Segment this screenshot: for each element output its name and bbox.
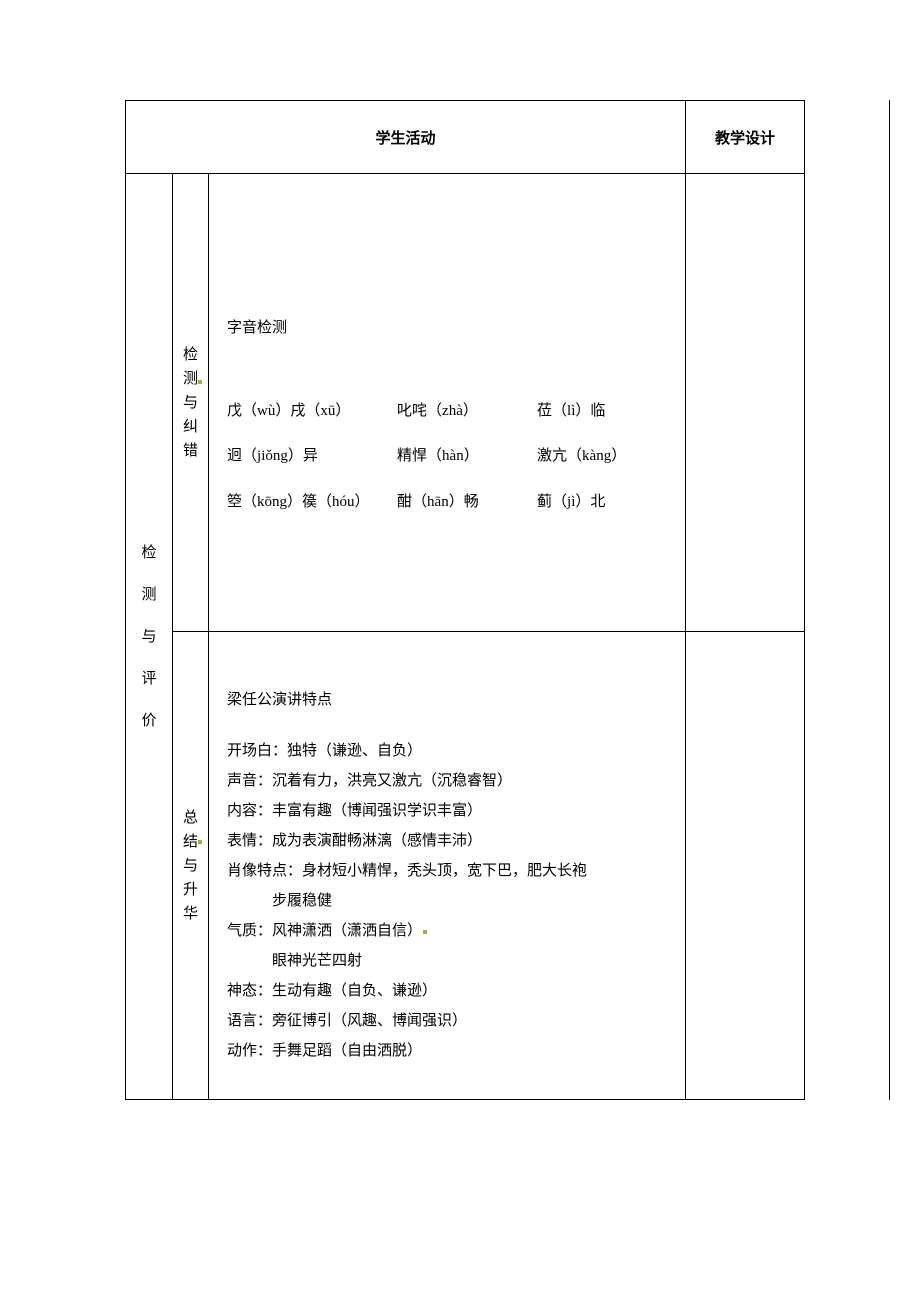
right-border-segment bbox=[889, 100, 890, 172]
pinyin-row: 迥（jiǒng）异精悍（hàn）激亢（kàng） bbox=[227, 441, 667, 473]
detail-line: 表情：成为表演酣畅淋漓（感情丰沛） bbox=[227, 826, 667, 856]
detail-line: 步履稳健 bbox=[227, 886, 667, 916]
pinyin-list: 戊（wù）戌（xū）叱咤（zhà）莅（lì）临迥（jiǒng）异精悍（hàn）激… bbox=[227, 396, 667, 519]
right-border-segment bbox=[889, 624, 890, 1100]
section1-label-text: 检测与纠错 bbox=[183, 347, 198, 459]
pinyin-cell: 激亢（kàng） bbox=[537, 441, 667, 473]
design-header: 教学设计 bbox=[686, 101, 805, 174]
section2-content: 梁任公演讲特点 开场白：独特（谦逊、自负）声音：沉着有力，洪亮又激亢（沉稳睿智）… bbox=[209, 632, 686, 1100]
detail-line: 语言：旁征博引（风趣、博闻强识） bbox=[227, 1006, 667, 1036]
pinyin-cell: 叱咤（zhà） bbox=[397, 396, 537, 428]
pinyin-cell: 蓟（jì）北 bbox=[537, 487, 667, 519]
section1-label: 检测与纠错 bbox=[173, 174, 209, 632]
detail-lines: 开场白：独特（谦逊、自负）声音：沉着有力，洪亮又激亢（沉稳睿智）内容：丰富有趣（… bbox=[227, 736, 667, 1066]
detail-line: 气质：风神潇洒（潇洒自信） bbox=[227, 916, 667, 946]
pinyin-row: 箜（kōng）篌（hóu）酣（hān）畅蓟（jì）北 bbox=[227, 487, 667, 519]
detail-line: 开场白：独特（谦逊、自负） bbox=[227, 736, 667, 766]
section1-title: 字音检测 bbox=[227, 313, 667, 345]
pinyin-cell: 戊（wù）戌（xū） bbox=[227, 396, 397, 428]
pinyin-cell: 迥（jiǒng）异 bbox=[227, 441, 397, 473]
detail-line: 声音：沉着有力，洪亮又激亢（沉稳睿智） bbox=[227, 766, 667, 796]
pinyin-cell: 莅（lì）临 bbox=[537, 396, 667, 428]
section2-design-cell bbox=[686, 632, 805, 1100]
detail-line: 肖像特点：身材短小精悍，秃头顶，宽下巴，肥大长袍 bbox=[227, 856, 667, 886]
section1-row: 检 测 与 评 价 检测与纠错 字音检测 戊（wù）戌（xū）叱咤（zhà）莅（… bbox=[126, 174, 805, 632]
pinyin-row: 戊（wù）戌（xū）叱咤（zhà）莅（lì）临 bbox=[227, 396, 667, 428]
right-border-segment bbox=[889, 172, 890, 624]
dot-icon bbox=[198, 840, 202, 844]
left-vertical-label: 检 测 与 评 价 bbox=[126, 174, 173, 1100]
header-row: 学生活动 教学设计 bbox=[126, 101, 805, 174]
pinyin-cell: 精悍（hàn） bbox=[397, 441, 537, 473]
main-table: 学生活动 教学设计 检 测 与 评 价 检测与纠错 字音检测 戊（wù）戌（xū… bbox=[125, 100, 805, 1100]
activity-header: 学生活动 bbox=[126, 101, 686, 174]
section2-row: 总结与升华 梁任公演讲特点 开场白：独特（谦逊、自负）声音：沉着有力，洪亮又激亢… bbox=[126, 632, 805, 1100]
pinyin-cell: 酣（hān）畅 bbox=[397, 487, 537, 519]
section1-content: 字音检测 戊（wù）戌（xū）叱咤（zhà）莅（lì）临迥（jiǒng）异精悍（… bbox=[209, 174, 686, 632]
detail-line: 动作：手舞足蹈（自由洒脱） bbox=[227, 1036, 667, 1066]
detail-line: 眼神光芒四射 bbox=[227, 946, 667, 976]
detail-line: 神态：生动有趣（自负、谦逊） bbox=[227, 976, 667, 1006]
section2-title: 梁任公演讲特点 bbox=[227, 685, 667, 717]
section2-label: 总结与升华 bbox=[173, 632, 209, 1100]
section2-label-text: 总结与升华 bbox=[183, 810, 198, 922]
detail-line: 内容：丰富有趣（博闻强识学识丰富） bbox=[227, 796, 667, 826]
pinyin-cell: 箜（kōng）篌（hóu） bbox=[227, 487, 397, 519]
dot-icon bbox=[198, 380, 202, 384]
section1-design-cell bbox=[686, 174, 805, 632]
dot-icon bbox=[423, 930, 427, 934]
